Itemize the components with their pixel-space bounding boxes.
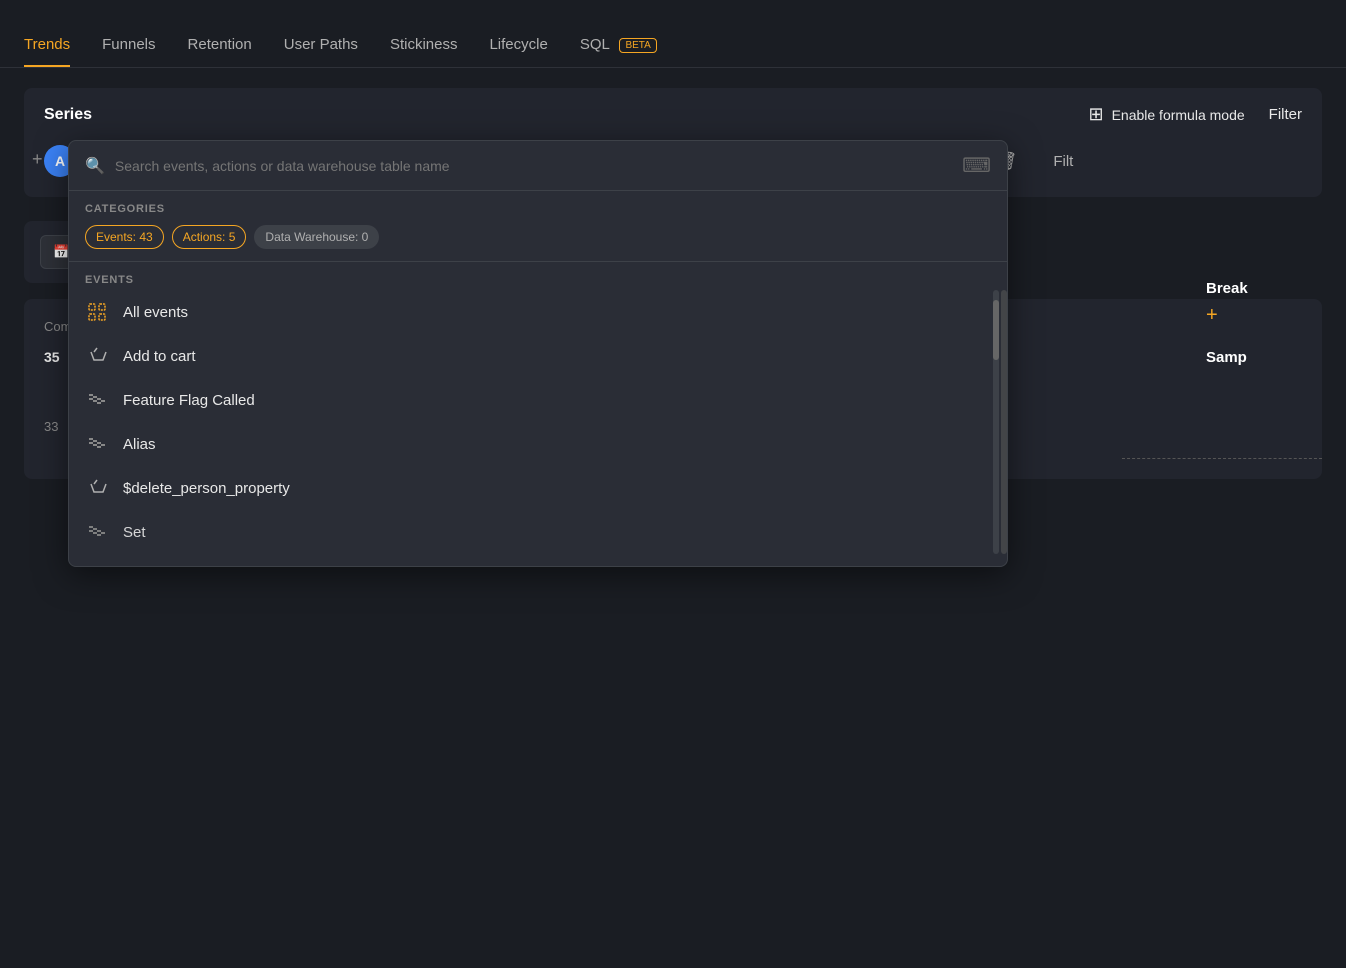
series-header: Series ⊞ Enable formula mode Filter (44, 104, 1302, 125)
series-title: Series (44, 106, 92, 124)
event-name-label: All events (123, 304, 188, 321)
nav-item-funnels[interactable]: Funnels (102, 36, 155, 67)
formula-icon: ⊞ (1088, 104, 1103, 125)
events-section: EVENTS All events (69, 262, 1007, 566)
set-icon (85, 520, 109, 544)
search-input[interactable] (115, 158, 952, 174)
breakdown-add-button[interactable]: + (1206, 304, 1218, 326)
actions-filter-tag[interactable]: Actions: 5 (172, 225, 247, 249)
list-item[interactable]: Add to cart (69, 334, 1007, 378)
breakdown-section: Break + (1206, 280, 1326, 325)
nav-item-lifecycle[interactable]: Lifecycle (489, 36, 547, 67)
scrollbar-thumb[interactable] (993, 300, 999, 360)
event-name-label: Feature Flag Called (123, 392, 255, 409)
dashed-line (1122, 458, 1322, 459)
right-side-panel: Break + Samp (1186, 280, 1346, 366)
value-35: 35 (44, 349, 60, 365)
event-name-label: $delete_person_property (123, 480, 290, 497)
nav-item-sql[interactable]: SQL BETA (580, 36, 657, 67)
nav-item-stickiness[interactable]: Stickiness (390, 36, 458, 67)
events-section-label: EVENTS (69, 274, 1007, 286)
list-item[interactable]: All events (69, 290, 1007, 334)
keyboard-icon: ⌨ (962, 153, 991, 178)
series-header-right: ⊞ Enable formula mode Filter (1088, 104, 1302, 125)
top-navigation: Trends Funnels Retention User Paths Stic… (0, 0, 1346, 68)
list-item[interactable]: Feature Flag Called (69, 378, 1007, 422)
event-name-label: Add to cart (123, 348, 196, 365)
sample-title: Samp (1206, 349, 1326, 366)
beta-badge: BETA (619, 38, 656, 53)
nav-item-retention[interactable]: Retention (188, 36, 252, 67)
list-item[interactable]: $delete_person_property (69, 466, 1007, 510)
add-series-button[interactable]: + (28, 145, 47, 174)
categories-label: CATEGORIES (85, 203, 991, 215)
formula-mode-label: Enable formula mode (1112, 107, 1245, 123)
sample-section: Samp (1206, 349, 1326, 366)
categories-section: CATEGORIES Events: 43 Actions: 5 Data Wa… (69, 191, 1007, 262)
all-events-icon (85, 300, 109, 324)
alias-icon (85, 432, 109, 456)
list-item[interactable]: Alias (69, 422, 1007, 466)
chart-icon: 📅 (53, 244, 69, 260)
events-filter-tag[interactable]: Events: 43 (85, 225, 164, 249)
search-icon: 🔍 (85, 156, 105, 176)
list-item[interactable]: Set (69, 510, 1007, 554)
events-list: All events Add to cart (69, 290, 1007, 554)
filter-right-label: Filt (1053, 153, 1073, 170)
nav-item-trends[interactable]: Trends (24, 36, 70, 67)
category-tags: Events: 43 Actions: 5 Data Warehouse: 0 (85, 225, 991, 249)
breakdown-title: Break (1206, 280, 1326, 297)
feature-flag-icon (85, 388, 109, 412)
delete-person-icon (85, 476, 109, 500)
add-to-cart-icon (85, 344, 109, 368)
event-name-label: Set (123, 524, 146, 541)
scrollbar-track[interactable] (993, 290, 999, 554)
data-warehouse-filter-tag[interactable]: Data Warehouse: 0 (254, 225, 379, 249)
nav-item-userpaths[interactable]: User Paths (284, 36, 358, 67)
enable-formula-mode-button[interactable]: ⊞ Enable formula mode (1088, 104, 1244, 125)
search-bar: 🔍 ⌨ (69, 141, 1007, 191)
event-search-dropdown: 🔍 ⌨ CATEGORIES Events: 43 Actions: 5 Dat… (68, 140, 1008, 567)
event-name-label: Alias (123, 436, 156, 453)
series-panel: Series ⊞ Enable formula mode Filter + A … (24, 88, 1322, 197)
filter-label: Filter (1269, 106, 1302, 123)
value-33: 33 (44, 419, 58, 434)
